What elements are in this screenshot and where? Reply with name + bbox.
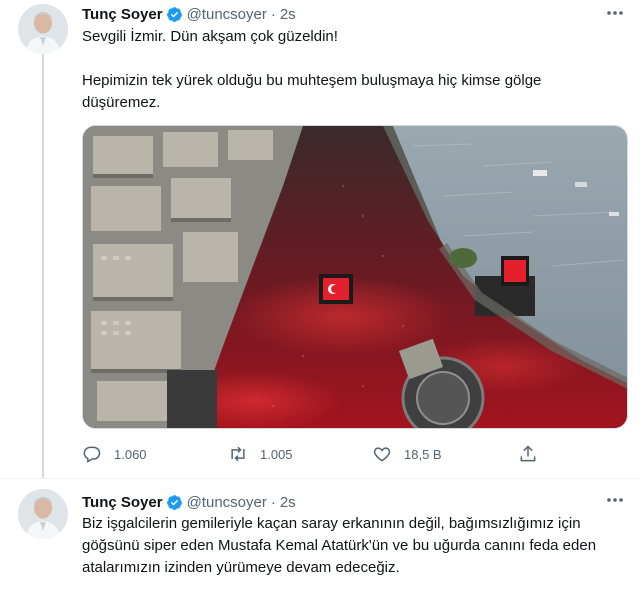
separator-dot: · xyxy=(270,493,276,511)
tweet-text: Hepimizin tek yürek olduğu bu muhteşem b… xyxy=(82,72,542,111)
tweet-photo[interactable] xyxy=(82,125,628,429)
tweet-text: Sevgili İzmir. Dün akşam çok güzeldin! xyxy=(82,28,338,45)
separator-dot: · xyxy=(270,5,276,23)
author-name[interactable]: Tunç Soyer xyxy=(82,6,163,23)
author-name[interactable]: Tunç Soyer xyxy=(82,494,163,511)
tweet-header: Tunç Soyer @tuncsoyer · 2s xyxy=(82,3,296,25)
like-button[interactable]: 18,5 B xyxy=(372,442,442,466)
avatar[interactable] xyxy=(18,4,68,54)
thread-connector-line xyxy=(42,54,44,478)
tweet-actions: 1.060 1.005 18,5 B xyxy=(82,442,552,466)
timestamp[interactable]: 2s xyxy=(280,6,296,23)
tweet-text: Biz işgalcilerin gemileriyle kaçan saray… xyxy=(82,515,597,576)
reply-icon xyxy=(83,446,101,463)
verified-badge-icon xyxy=(166,6,183,23)
author-handle[interactable]: @tuncsoyer xyxy=(187,494,267,511)
like-count: 18,5 B xyxy=(404,446,442,462)
retweet-count: 1.005 xyxy=(260,446,293,462)
reply-button[interactable]: 1.060 xyxy=(82,442,147,466)
tweet-header: Tunç Soyer @tuncsoyer · 2s xyxy=(82,491,296,513)
tweet[interactable]: Tunç Soyer @tuncsoyer · 2s Biz işgalcile… xyxy=(0,478,640,598)
share-icon xyxy=(520,445,536,462)
author-handle[interactable]: @tuncsoyer xyxy=(187,6,267,23)
retweet-button[interactable]: 1.005 xyxy=(228,442,293,466)
share-button[interactable] xyxy=(518,442,550,466)
tweet[interactable]: Tunç Soyer @tuncsoyer · 2s Sevgili İzmir… xyxy=(0,0,640,478)
avatar[interactable] xyxy=(18,489,68,539)
timestamp[interactable]: 2s xyxy=(280,494,296,511)
more-icon[interactable] xyxy=(604,4,626,22)
retweet-icon xyxy=(231,446,245,462)
verified-badge-icon xyxy=(166,494,183,511)
more-icon[interactable] xyxy=(604,491,626,509)
reply-count: 1.060 xyxy=(114,446,147,462)
like-icon xyxy=(373,447,391,462)
